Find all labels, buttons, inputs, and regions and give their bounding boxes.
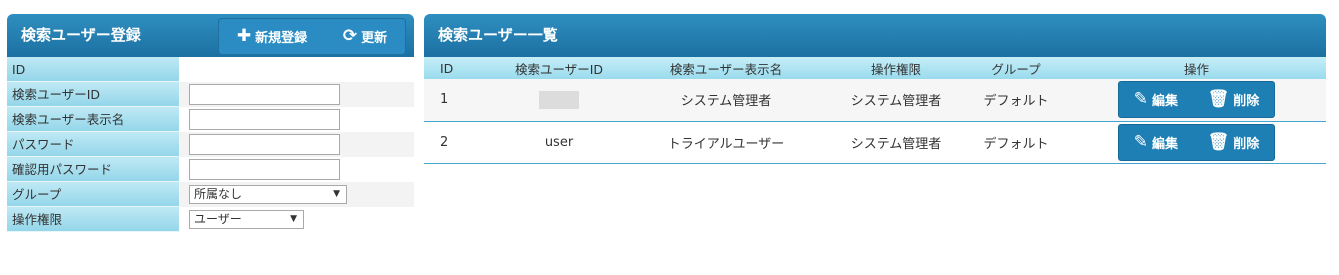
user-id-input[interactable] <box>189 84 340 105</box>
masked-user-id <box>539 90 579 109</box>
delete-button[interactable]: 🗑 削除 <box>1207 89 1260 110</box>
edit-icon: ✎ <box>1133 131 1149 152</box>
row-action-buttons: ✎ 編集 🗑 削除 <box>1118 123 1275 161</box>
delete-label: 削除 <box>1233 94 1260 110</box>
registration-form: ID 検索ユーザーID 検索ユーザー表示名 パスワード 確認用パスワード グルー… <box>7 57 414 232</box>
col-header-user-id: 検索ユーザーID <box>514 61 604 77</box>
cell-group: デフォルト <box>983 136 1049 152</box>
col-header-group: グループ <box>991 61 1041 77</box>
form-row-user-id: 検索ユーザーID <box>7 82 414 107</box>
field-label: 操作権限 <box>7 207 179 232</box>
header-button-group: ✚ 新規登録 ⟳ 更新 <box>218 18 406 55</box>
password-input[interactable] <box>189 134 340 155</box>
field-label: グループ <box>7 182 179 207</box>
col-header-role: 操作権限 <box>870 61 921 77</box>
dropdown-arrow-icon: ▼ <box>333 189 340 199</box>
form-row-group: グループ 所属なし ▼ <box>7 182 414 207</box>
col-header-id: ID <box>440 60 454 76</box>
role-select[interactable]: ユーザー ▼ <box>189 210 304 229</box>
table-row: 2 user トライアルユーザー システム管理者 デフォルト ✎ 編集 🗑 削除 <box>424 121 1326 163</box>
id-value <box>179 57 414 82</box>
table-row: 1 システム管理者 システム管理者 デフォルト ✎ 編集 🗑 削除 <box>424 79 1326 121</box>
refresh-button[interactable]: ⟳ 更新 <box>342 26 388 47</box>
delete-button[interactable]: 🗑 削除 <box>1208 133 1260 152</box>
trash-icon: 🗑 <box>1207 131 1230 152</box>
cell-role: システム管理者 <box>850 136 942 152</box>
list-title: 検索ユーザー一覧 <box>438 26 558 44</box>
refresh-label: 更新 <box>361 31 388 46</box>
group-select[interactable]: 所属なし ▼ <box>189 185 347 204</box>
edit-button[interactable]: ✎ 編集 <box>1133 89 1179 110</box>
role-select-value: ユーザー <box>194 212 242 226</box>
edit-icon: ✎ <box>1133 89 1149 110</box>
new-register-label: 新規登録 <box>255 31 308 46</box>
form-row-password: パスワード <box>7 132 414 157</box>
table-header-row: ID 検索ユーザーID 検索ユーザー表示名 操作権限 グループ 操作 <box>424 57 1326 79</box>
cell-actions: ✎ 編集 🗑 削除 <box>1067 121 1326 163</box>
dropdown-arrow-icon: ▼ <box>290 214 297 224</box>
search-user-registration-panel: 検索ユーザー登録 ✚ 新規登録 ⟳ 更新 ID 検索ユーザーID 検索ユーザー表… <box>7 14 414 232</box>
edit-button[interactable]: ✎ 編集 <box>1134 133 1178 152</box>
edit-label: 編集 <box>1152 136 1179 152</box>
cell-user-id <box>493 79 625 121</box>
list-header: 検索ユーザー一覧 <box>424 14 1326 57</box>
field-label: ID <box>7 57 179 82</box>
delete-label: 削除 <box>1233 136 1260 152</box>
display-name-input[interactable] <box>189 109 340 130</box>
plus-icon: ✚ <box>236 26 252 46</box>
form-row-id: ID <box>7 57 414 82</box>
edit-label: 編集 <box>1152 94 1179 110</box>
cell-role: システム管理者 <box>850 94 942 110</box>
cell-display-name: トライアルユーザー <box>667 136 785 152</box>
user-table: ID 検索ユーザーID 検索ユーザー表示名 操作権限 グループ 操作 1 システ… <box>424 57 1326 164</box>
new-register-button[interactable]: ✚ 新規登録 <box>236 26 308 47</box>
col-header-actions: 操作 <box>1183 61 1209 77</box>
col-header-display-name: 検索ユーザー表示名 <box>669 61 783 77</box>
refresh-icon: ⟳ <box>342 26 358 46</box>
field-label: 確認用パスワード <box>7 157 179 182</box>
field-label: パスワード <box>7 132 179 157</box>
trash-icon: 🗑 <box>1207 89 1230 110</box>
cell-group: デフォルト <box>983 94 1049 110</box>
cell-display-name: システム管理者 <box>680 94 772 110</box>
cell-id: 1 <box>440 92 449 108</box>
field-label: 検索ユーザー表示名 <box>7 107 179 132</box>
field-label: 検索ユーザーID <box>7 82 179 107</box>
cell-id: 2 <box>440 134 449 150</box>
form-row-display-name: 検索ユーザー表示名 <box>7 107 414 132</box>
cell-actions: ✎ 編集 🗑 削除 <box>1067 79 1326 121</box>
form-row-role: 操作権限 ユーザー ▼ <box>7 207 414 232</box>
confirm-password-input[interactable] <box>189 159 340 180</box>
group-select-value: 所属なし <box>194 187 243 201</box>
form-row-confirm-password: 確認用パスワード <box>7 157 414 182</box>
registration-title: 検索ユーザー登録 <box>21 26 141 44</box>
row-action-buttons: ✎ 編集 🗑 削除 <box>1118 81 1275 119</box>
cell-user-id: user <box>544 134 574 150</box>
search-user-list-panel: 検索ユーザー一覧 ID 検索ユーザーID 検索ユーザー表示名 操作権限 グループ… <box>424 14 1326 164</box>
registration-header: 検索ユーザー登録 ✚ 新規登録 ⟳ 更新 <box>7 14 414 57</box>
